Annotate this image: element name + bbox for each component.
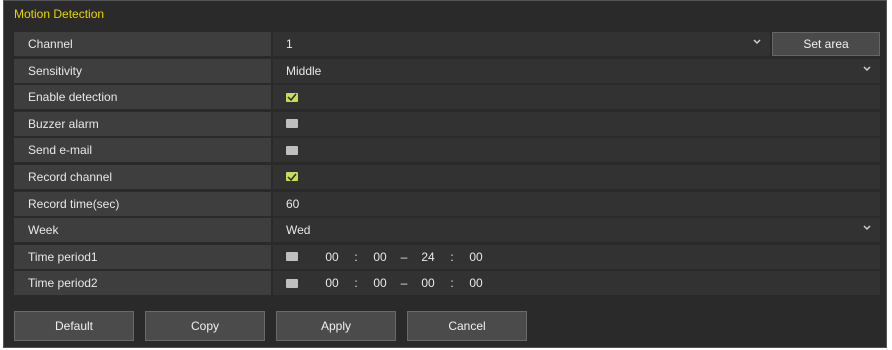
apply-button[interactable]: Apply [276, 311, 396, 341]
sensitivity-label: Sensitivity [14, 58, 271, 83]
colon-separator: : [354, 249, 358, 264]
time-period1-row: Time period1 00 : 00 – 24 : 00 [14, 244, 880, 269]
copy-button[interactable]: Copy [145, 311, 265, 341]
time-period1-range: 00 : 00 – 24 : 00 [318, 250, 490, 264]
record-channel-row: Record channel [14, 164, 880, 189]
channel-value: 1 [286, 37, 293, 51]
time-period2-checkbox[interactable] [286, 278, 298, 288]
chevron-down-icon [752, 37, 762, 47]
send-email-row: Send e-mail [14, 138, 880, 163]
chevron-down-icon [862, 223, 872, 233]
chevron-down-icon [862, 64, 872, 74]
week-select[interactable]: Wed [273, 218, 880, 243]
time-period2-range: 00 : 00 – 00 : 00 [318, 276, 490, 290]
time-period1-checkbox[interactable] [286, 252, 298, 262]
channel-label: Channel [14, 32, 271, 56]
sensitivity-select[interactable]: Middle [273, 58, 880, 83]
channel-select[interactable]: 1 [273, 32, 770, 56]
dash-separator: – [400, 276, 408, 291]
settings-rows: Channel 1 Set area Sensitivity Middle En… [14, 32, 880, 298]
colon-separator: : [354, 276, 358, 291]
send-email-label: Send e-mail [14, 138, 271, 163]
end-minute-input[interactable]: 00 [462, 250, 490, 264]
record-time-input[interactable]: 60 [273, 191, 880, 216]
colon-separator: : [450, 276, 454, 291]
week-label: Week [14, 218, 271, 243]
sensitivity-value: Middle [286, 63, 322, 78]
motion-detection-panel: Motion Detection Channel 1 Set area Sens… [3, 0, 887, 348]
record-time-row: Record time(sec) 60 [14, 191, 880, 216]
end-hour-input[interactable]: 00 [414, 276, 442, 290]
week-row: Week Wed [14, 218, 880, 243]
end-hour-input[interactable]: 24 [414, 250, 442, 264]
set-area-button[interactable]: Set area [772, 32, 880, 56]
buzzer-alarm-label: Buzzer alarm [14, 111, 271, 136]
start-hour-input[interactable]: 00 [318, 250, 346, 264]
channel-row: Channel 1 Set area [14, 32, 880, 56]
time-period2-row: Time period2 00 : 00 – 00 : 00 [14, 271, 880, 296]
start-hour-input[interactable]: 00 [318, 276, 346, 290]
dash-separator: – [400, 249, 408, 264]
record-channel-checkbox[interactable] [286, 172, 298, 182]
action-buttons: Default Copy Apply Cancel [14, 311, 527, 341]
enable-detection-row: Enable detection [14, 85, 880, 110]
buzzer-alarm-checkbox[interactable] [286, 119, 298, 129]
colon-separator: : [450, 249, 454, 264]
start-minute-input[interactable]: 00 [366, 250, 394, 264]
start-minute-input[interactable]: 00 [366, 276, 394, 290]
panel-title: Motion Detection [14, 7, 105, 21]
buzzer-alarm-row: Buzzer alarm [14, 111, 880, 136]
enable-detection-label: Enable detection [14, 85, 271, 110]
send-email-checkbox[interactable] [286, 145, 298, 155]
cancel-button[interactable]: Cancel [407, 311, 527, 341]
record-channel-label: Record channel [14, 164, 271, 189]
sensitivity-row: Sensitivity Middle [14, 58, 880, 83]
end-minute-input[interactable]: 00 [462, 276, 490, 290]
week-value: Wed [286, 223, 311, 238]
default-button[interactable]: Default [14, 311, 134, 341]
time-period1-label: Time period1 [14, 244, 271, 269]
record-time-label: Record time(sec) [14, 191, 271, 216]
time-period2-label: Time period2 [14, 271, 271, 296]
enable-detection-checkbox[interactable] [286, 92, 298, 102]
